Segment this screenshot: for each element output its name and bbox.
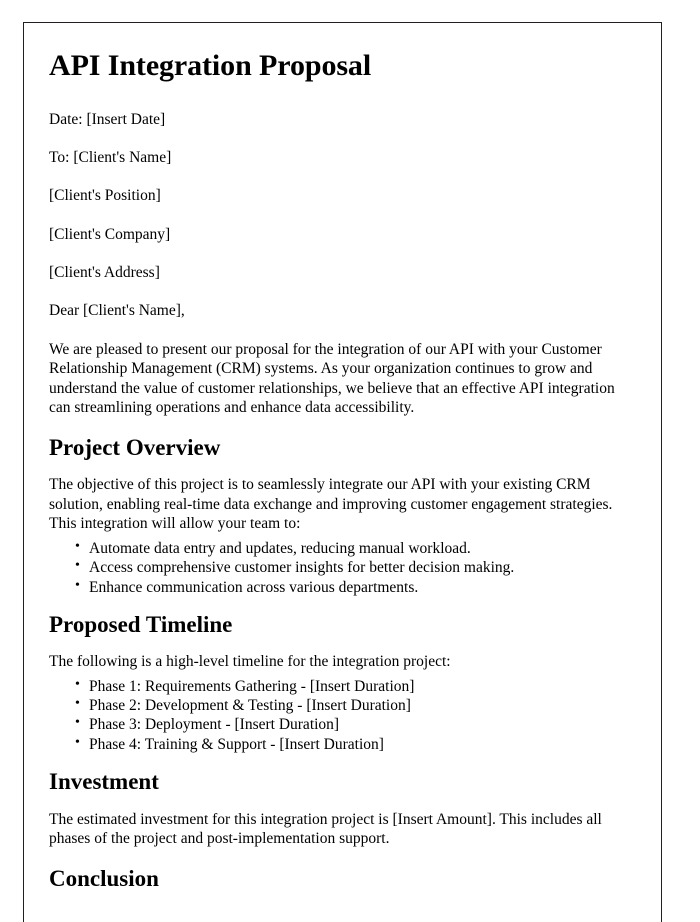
meta-line-recipient-company: [Client's Company]: [49, 225, 171, 243]
section-intro-project-overview: The objective of this project is to seam…: [49, 476, 613, 533]
bullet-list-proposed-timeline: Phase 1: Requirements Gathering - [Inser…: [49, 677, 636, 754]
section-heading-project-overview: Project Overview: [49, 434, 221, 460]
section-heading-investment: Investment: [49, 769, 159, 795]
section-intro-investment: The estimated investment for this integr…: [49, 810, 602, 848]
list-item: Automate data entry and updates, reducin…: [75, 539, 636, 558]
document-page: API Integration Proposal Date: [Insert D…: [23, 22, 662, 922]
meta-line-recipient-name: To: [Client's Name]: [49, 148, 172, 166]
list-item: Phase 3: Deployment - [Insert Duration]: [75, 715, 636, 734]
page-title: API Integration Proposal: [49, 49, 372, 82]
list-item: Phase 1: Requirements Gathering - [Inser…: [75, 677, 636, 696]
opening-paragraph: We are pleased to present our proposal f…: [49, 340, 615, 417]
salutation: Dear [Client's Name],: [49, 302, 185, 320]
list-item: Access comprehensive customer insights f…: [75, 558, 636, 577]
list-item: Phase 4: Training & Support - [Insert Du…: [75, 735, 636, 754]
meta-line-date: Date: [Insert Date]: [49, 110, 166, 128]
section-heading-conclusion: Conclusion: [49, 865, 159, 891]
bullet-list-project-overview: Automate data entry and updates, reducin…: [49, 539, 636, 597]
meta-line-recipient-address: [Client's Address]: [49, 264, 160, 281]
list-item: Phase 2: Development & Testing - [Insert…: [75, 696, 636, 715]
list-item: Enhance communication across various dep…: [75, 578, 636, 597]
meta-line-recipient-position: [Client's Position]: [49, 187, 161, 205]
section-heading-proposed-timeline: Proposed Timeline: [49, 611, 233, 637]
section-intro-proposed-timeline: The following is a high-level timeline f…: [49, 653, 451, 671]
